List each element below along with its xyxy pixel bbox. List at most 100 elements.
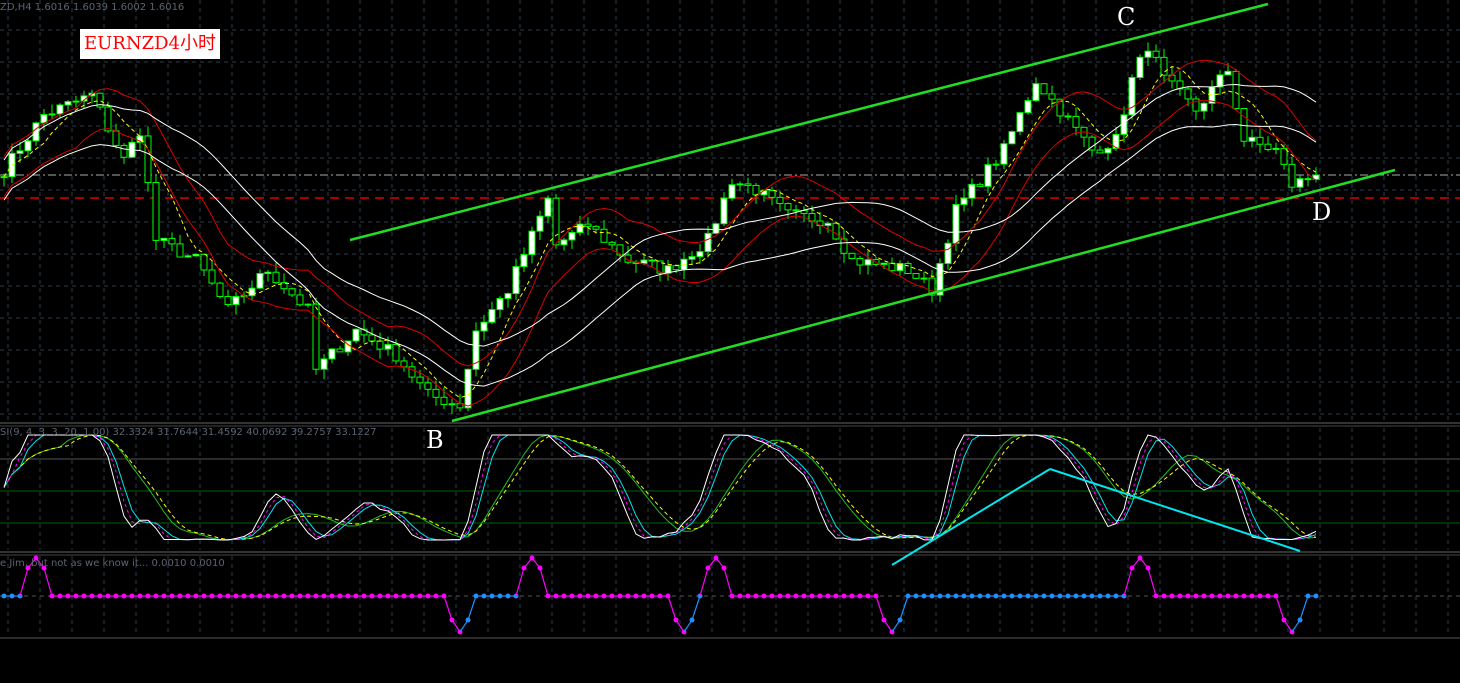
candle-body	[672, 265, 680, 271]
candle-body	[968, 183, 976, 199]
candle-body	[144, 135, 152, 184]
candle-body	[520, 254, 528, 268]
candle-body	[952, 203, 960, 244]
candle-body	[744, 183, 752, 186]
candle-body	[1296, 178, 1304, 188]
candle-body	[608, 241, 616, 246]
candle-body	[488, 309, 496, 323]
candle-body	[960, 197, 968, 205]
candle-body	[496, 297, 504, 311]
candle-body	[1152, 50, 1160, 58]
candle-body	[1104, 148, 1112, 154]
candle-body	[1160, 56, 1168, 76]
candle-body	[1048, 93, 1056, 100]
candle-body	[576, 223, 584, 233]
channel-lower-trendline	[451, 168, 1396, 423]
signal-segment	[19, 567, 29, 597]
envelope-outer-upper	[3, 83, 1317, 347]
signal-panel-label: e Jim, but not as we know it... 0.0010 0…	[0, 558, 225, 569]
candle-body	[0, 176, 8, 179]
candle-body	[232, 296, 240, 306]
oscillator-label: SI(9, 4, 3, 3, 20, 1.00) 32.3324 31.7644…	[0, 427, 377, 438]
signal-segment	[443, 595, 453, 621]
annotation-d: D	[1312, 198, 1332, 226]
candle-body	[600, 228, 608, 243]
candle-body	[736, 183, 744, 186]
candle-body	[536, 215, 544, 232]
candle-body	[1096, 149, 1104, 154]
candle-body	[216, 282, 224, 297]
candle-body	[712, 223, 720, 234]
candle-body	[1264, 143, 1272, 150]
candle-body	[920, 277, 928, 280]
candle-body	[72, 100, 80, 103]
candle-body	[392, 344, 400, 362]
candle-body	[1032, 83, 1040, 102]
annotation-b: B	[426, 426, 444, 454]
osc-cyan-line	[3, 434, 1317, 541]
candle-body	[104, 106, 112, 132]
osc-fast-line	[3, 434, 1317, 541]
candle-body	[1040, 83, 1048, 95]
candle-body	[1000, 143, 1008, 165]
candle-body	[1248, 136, 1256, 142]
candle-body	[1272, 147, 1280, 150]
candle-body	[408, 366, 416, 378]
candle-body	[296, 294, 304, 306]
candle-body	[112, 130, 120, 146]
candle-body	[352, 328, 360, 342]
candle-body	[1256, 136, 1264, 145]
chart-title-label: EURNZD4小时	[80, 29, 221, 59]
candle-body	[568, 231, 576, 241]
candle-body	[376, 340, 384, 350]
candle-body	[224, 295, 232, 306]
candle-body	[544, 197, 552, 217]
candle-body	[256, 273, 264, 289]
candle-body	[784, 203, 792, 211]
candle-body	[400, 360, 408, 368]
candle-body	[208, 269, 216, 284]
candle-body	[64, 101, 72, 106]
candle-body	[1200, 102, 1208, 112]
candle-body	[944, 242, 952, 264]
candle-body	[880, 262, 888, 265]
candle-body	[248, 287, 256, 297]
candle-body	[552, 197, 560, 246]
chart-window[interactable]: ZD,H4 1.6016 1.6039 1.6002 1.6016 EURNZD…	[0, 0, 1460, 683]
candle-body	[504, 293, 512, 299]
chart-canvas[interactable]	[0, 0, 1460, 683]
candle-body	[120, 144, 128, 158]
candle-body	[320, 358, 328, 370]
candle-body	[696, 251, 704, 258]
candle-body	[312, 303, 320, 370]
osc-signal-line	[3, 434, 1317, 541]
candle-body	[704, 232, 712, 253]
signal-segment	[467, 595, 477, 621]
candle-body	[424, 382, 432, 390]
candle-body	[1144, 50, 1152, 58]
divergence-line-up	[891, 468, 1051, 566]
signal-segment	[539, 567, 549, 597]
candle-body	[912, 273, 920, 279]
signal-segment	[699, 567, 709, 597]
candle-body	[168, 237, 176, 245]
signal-segment	[875, 595, 885, 621]
signal-segment	[723, 567, 733, 597]
candle-body	[648, 259, 656, 262]
candle-body	[584, 223, 592, 227]
candle-body	[432, 388, 440, 398]
annotation-c: C	[1117, 3, 1136, 31]
candle-body	[1008, 131, 1016, 145]
candle-body	[1280, 147, 1288, 165]
candle-body	[832, 222, 840, 240]
candle-body	[1232, 70, 1240, 110]
candle-body	[512, 266, 520, 295]
candle-body	[728, 184, 736, 199]
candle-body	[56, 104, 64, 115]
candle-body	[824, 222, 832, 227]
candle-body	[48, 113, 56, 116]
candle-body	[184, 255, 192, 258]
candle-body	[440, 396, 448, 405]
candle-body	[448, 403, 456, 406]
candle-body	[992, 163, 1000, 166]
